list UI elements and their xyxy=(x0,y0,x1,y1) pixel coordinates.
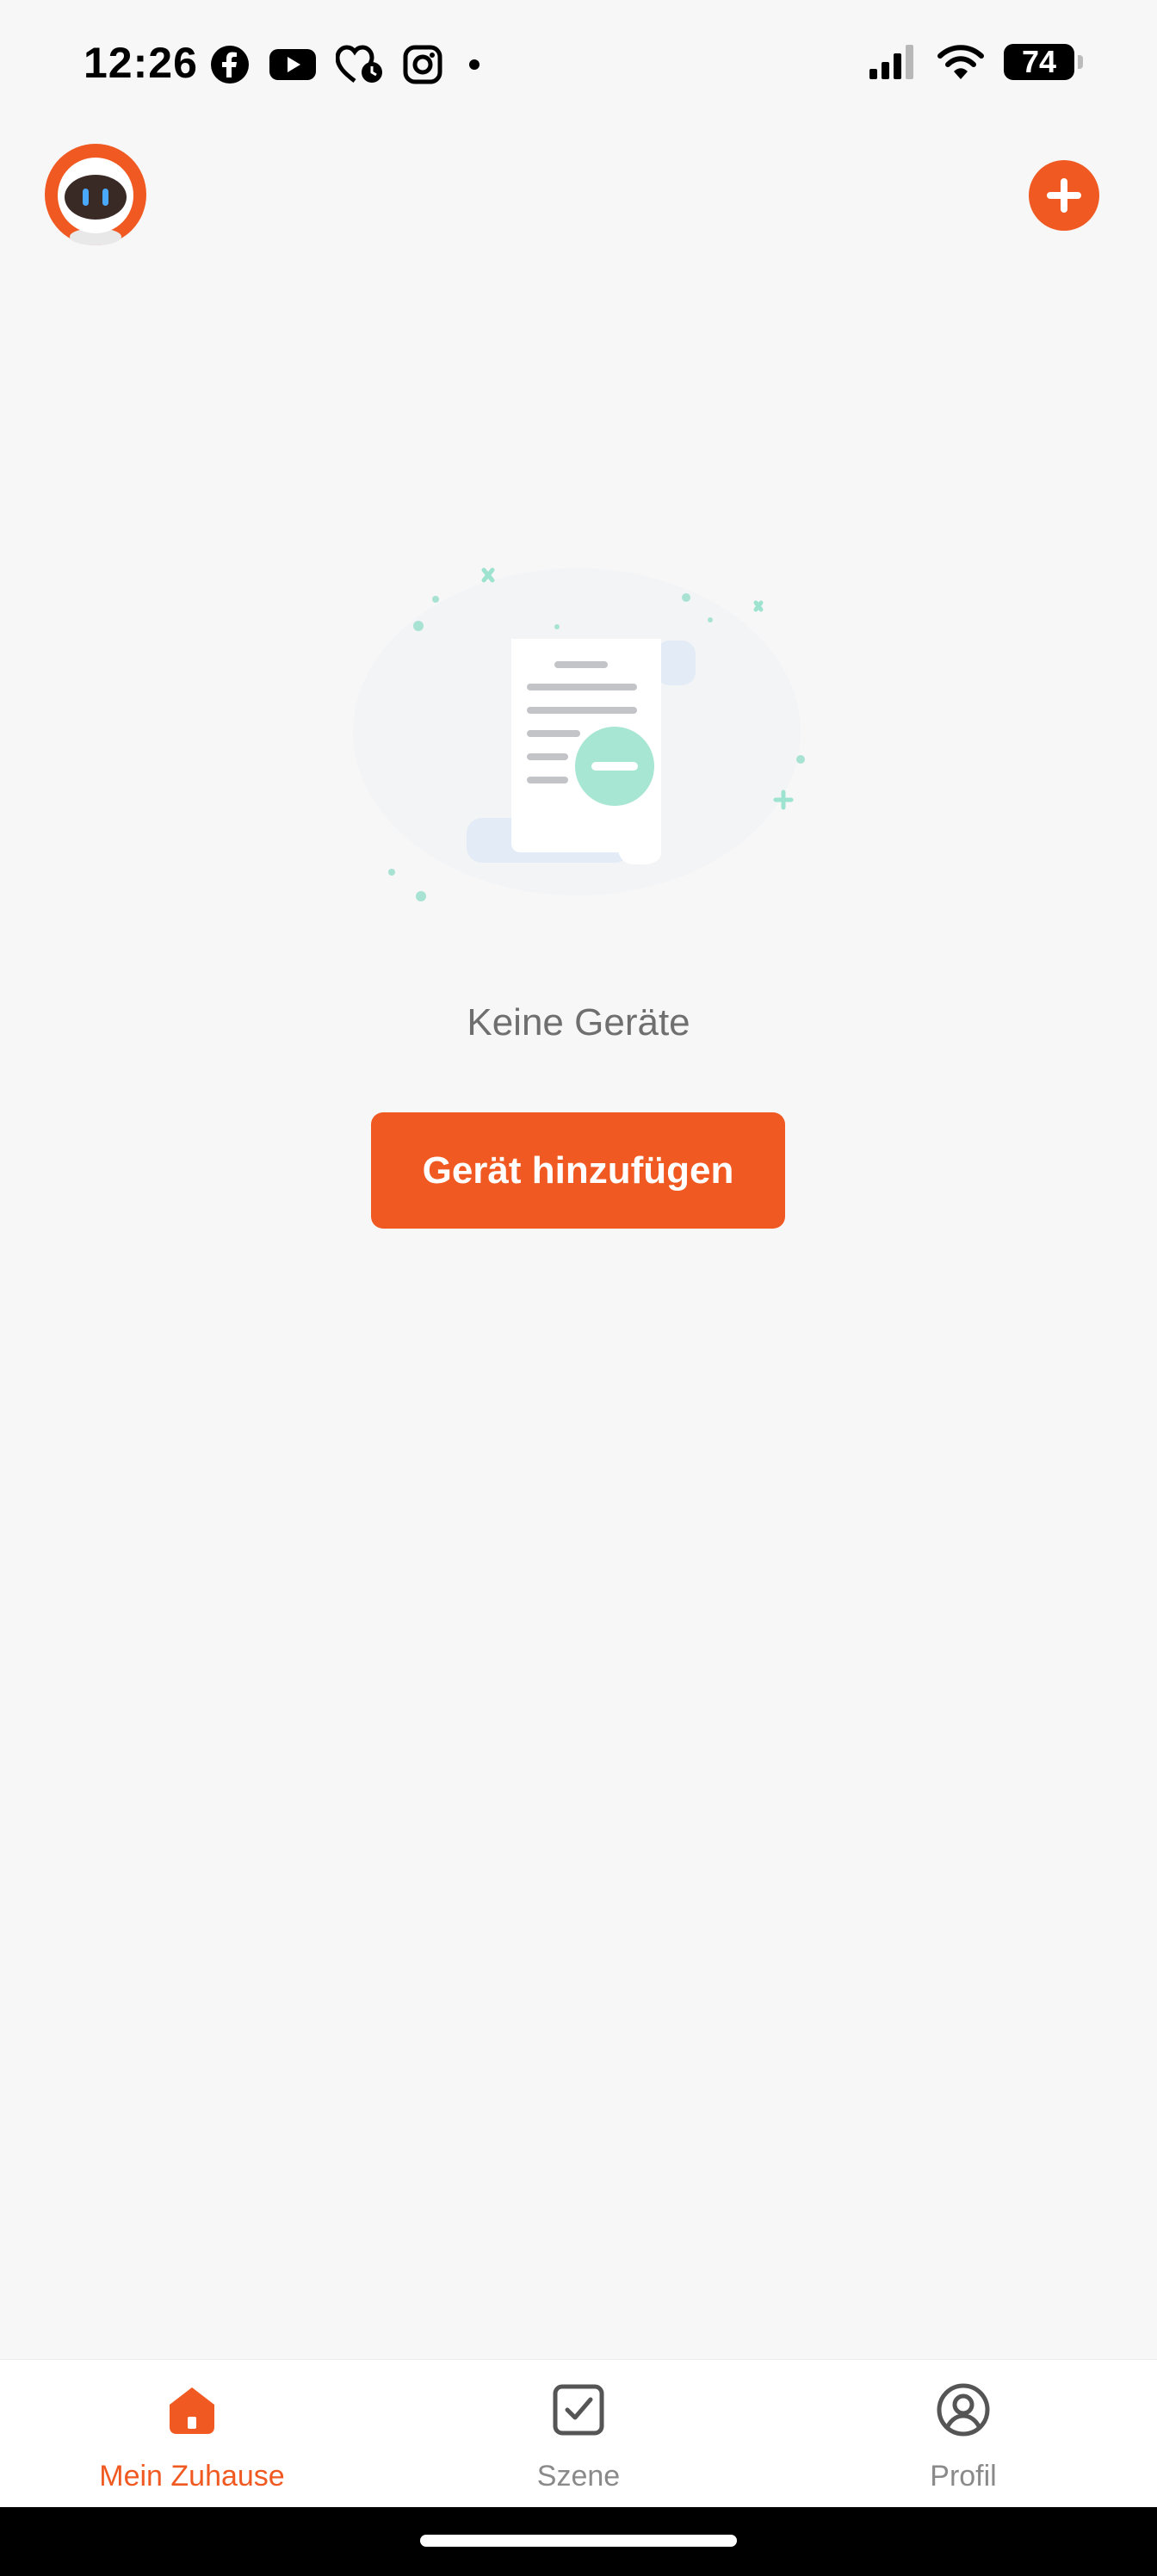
instagram-icon xyxy=(403,45,442,84)
battery-icon: 74 xyxy=(1004,44,1083,80)
health-clock-icon xyxy=(336,45,382,83)
tab-bar: Mein Zuhause Szene Profil xyxy=(0,2359,1157,2508)
status-bar: 12:26 74 xyxy=(0,0,1157,129)
tab-mein-zuhause[interactable]: Mein Zuhause xyxy=(63,2360,321,2508)
facebook-icon xyxy=(211,46,249,84)
cellular-signal-icon xyxy=(869,45,913,79)
dot-icon xyxy=(469,59,480,70)
robot-avatar-icon[interactable] xyxy=(45,144,146,245)
youtube-icon xyxy=(269,49,316,80)
tab-label: Mein Zuhause xyxy=(99,2460,285,2492)
battery-level: 74 xyxy=(1021,44,1057,79)
wifi-icon xyxy=(937,45,984,79)
tab-szene[interactable]: Szene xyxy=(449,2360,708,2508)
checkbox-icon xyxy=(553,2384,604,2436)
tab-profil[interactable]: Profil xyxy=(834,2360,1092,2508)
home-indicator[interactable] xyxy=(420,2535,737,2547)
tab-label: Profil xyxy=(930,2460,997,2492)
tab-label: Szene xyxy=(536,2460,621,2492)
profile-icon xyxy=(937,2383,990,2437)
status-time: 12:26 xyxy=(84,39,198,87)
plus-icon xyxy=(1047,178,1081,213)
empty-state-message: Keine Geräte xyxy=(467,1001,690,1043)
add-button[interactable] xyxy=(1029,160,1099,231)
empty-document-icon xyxy=(344,551,809,913)
home-icon xyxy=(170,2387,214,2434)
status-app-icons xyxy=(210,45,487,84)
add-device-button[interactable]: Gerät hinzufügen xyxy=(371,1112,785,1229)
status-system-icons: 74 xyxy=(868,43,1083,81)
